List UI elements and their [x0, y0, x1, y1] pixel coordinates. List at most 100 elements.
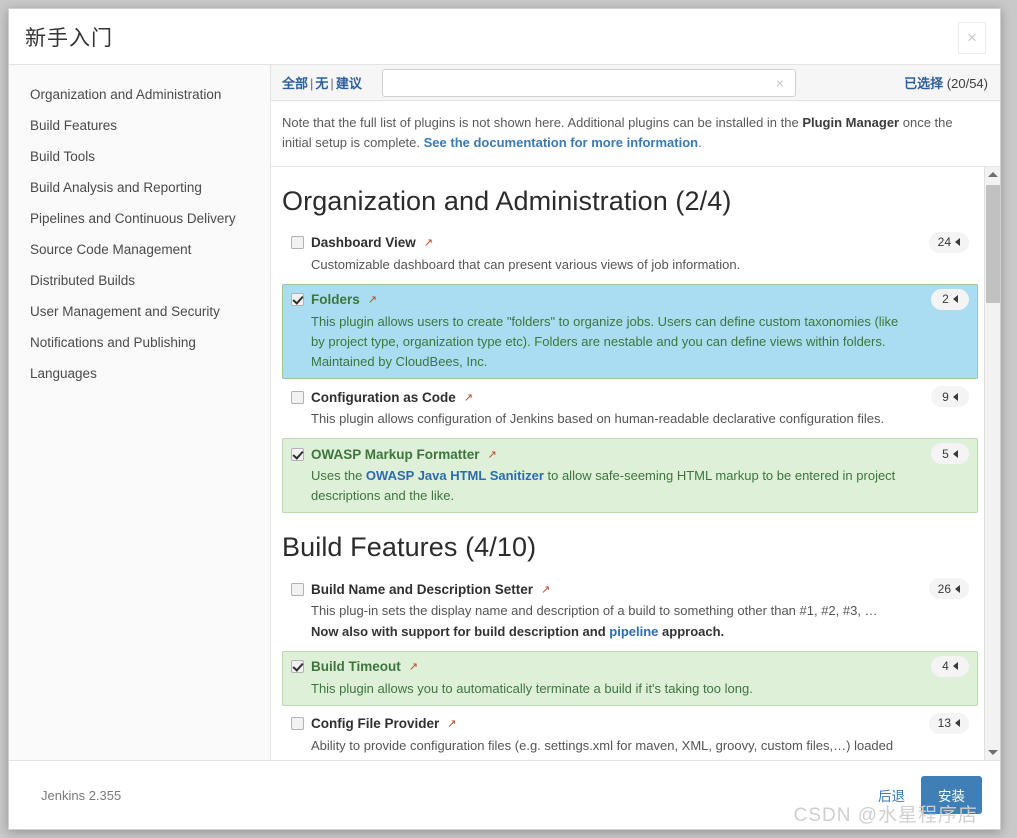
sidebar-item-label: Languages	[30, 366, 97, 381]
description-text: Uses the	[311, 468, 366, 484]
plugin-checkbox[interactable]	[291, 717, 304, 731]
sidebar-item[interactable]: Distributed Builds	[9, 265, 270, 296]
dependency-count-badge[interactable]: 5	[931, 443, 969, 465]
external-link-icon[interactable]: ↗	[488, 448, 497, 461]
documentation-link[interactable]: See the documentation for more informati…	[424, 135, 698, 150]
filter-separator-1: |	[310, 76, 314, 91]
search-container: ×	[381, 68, 796, 97]
plugin-checkbox[interactable]	[291, 660, 304, 674]
plugin-description: This plugin allows you to automatically …	[311, 679, 969, 699]
sidebar-item[interactable]: User Management and Security	[9, 296, 270, 327]
jenkins-version: Jenkins 2.355	[41, 787, 122, 803]
dependency-count-badge[interactable]: 4	[931, 655, 969, 677]
plugin-description: This plugin allows configuration of Jenk…	[311, 409, 969, 429]
plugin-row[interactable]: Build Name and Description Setter ↗ 26 This…	[282, 573, 978, 648]
search-input[interactable]	[381, 68, 796, 97]
caret-left-icon	[952, 662, 958, 671]
description-text: This plug-in sets the display name and d…	[311, 603, 878, 619]
external-link-icon[interactable]: ↗	[368, 293, 377, 306]
plugin-checkbox[interactable]	[291, 390, 304, 404]
notice-plugin-manager: Plugin Manager	[802, 115, 900, 130]
selected-count-value: (20/54)	[946, 76, 988, 91]
sidebar-item[interactable]: Build Analysis and Reporting	[9, 172, 270, 203]
plugin-name[interactable]: Configuration as Code	[311, 390, 456, 405]
filter-separator-2: |	[330, 76, 334, 91]
scrollbar-thumb[interactable]	[986, 184, 1000, 303]
sidebar-item-label: User Management and Security	[30, 304, 220, 319]
description-text: This plugin allows users to create "fold…	[311, 313, 899, 369]
plugin-notice: Note that the full list of plugins is no…	[271, 101, 1000, 167]
footer-actions: 后退 安装	[878, 776, 982, 814]
sidebar-item-label: Distributed Builds	[30, 273, 136, 288]
sidebar-item-label: Source Code Management	[30, 242, 192, 257]
plugin-checkbox[interactable]	[291, 293, 304, 307]
plugin-header: Dashboard View ↗	[291, 234, 969, 252]
plugin-name[interactable]: Config File Provider	[311, 716, 439, 731]
external-link-icon[interactable]: ↗	[409, 660, 418, 673]
notice-text-1: Note that the full list of plugins is no…	[282, 115, 803, 130]
badge-count: 4	[942, 659, 949, 674]
plugin-row[interactable]: Build Timeout ↗ 4 This plugin allows you to…	[282, 650, 978, 706]
caret-left-icon	[952, 449, 958, 458]
notice-text-3: .	[698, 134, 702, 150]
plugin-row[interactable]: Configuration as Code ↗ 9 This plugin allow…	[282, 381, 978, 436]
plugin-checkbox[interactable]	[291, 582, 304, 596]
dependency-count-badge[interactable]: 13	[928, 712, 969, 734]
sidebar-item[interactable]: Build Tools	[9, 141, 270, 172]
back-button[interactable]: 后退	[878, 785, 905, 805]
external-link-icon[interactable]: ↗	[464, 391, 473, 404]
sidebar-item[interactable]: Source Code Management	[9, 234, 270, 265]
badge-count: 5	[942, 446, 949, 461]
badge-count: 13	[937, 716, 951, 731]
sidebar-item[interactable]: Notifications and Publishing	[9, 327, 270, 358]
scroll-up-icon[interactable]	[985, 167, 1000, 183]
plugin-name[interactable]: Build Name and Description Setter	[311, 582, 533, 597]
plugin-description: Customizable dashboard that can present …	[311, 255, 969, 275]
dependency-count-badge[interactable]: 24	[928, 231, 969, 253]
sidebar-item[interactable]: Languages	[9, 358, 270, 389]
badge-count: 24	[937, 235, 951, 249]
scroll-down-icon[interactable]	[985, 744, 1000, 760]
badge-count: 9	[942, 389, 949, 404]
sidebar-item-label: Organization and Administration	[30, 87, 222, 102]
dependency-count-badge[interactable]: 26	[928, 578, 969, 600]
sidebar-item[interactable]: Organization and Administration	[9, 79, 270, 110]
plugin-name[interactable]: Dashboard View	[311, 235, 416, 250]
dependency-count-badge[interactable]: 9	[931, 386, 969, 408]
plugin-row[interactable]: Folders ↗ 2 This plugin allows users to cre…	[282, 283, 978, 380]
close-icon[interactable]: ×	[958, 22, 986, 54]
dependency-count-badge[interactable]: 2	[931, 288, 969, 310]
plugin-checkbox[interactable]	[291, 236, 304, 249]
plugin-checkbox[interactable]	[291, 447, 304, 461]
plugin-description: This plugin allows users to create "fold…	[311, 312, 969, 372]
filter-all-link[interactable]: 全部	[282, 76, 308, 91]
plugin-name[interactable]: OWASP Markup Formatter	[311, 447, 480, 462]
sidebar-item-label: Pipelines and Continuous Delivery	[30, 211, 236, 226]
plugin-row[interactable]: Config File Provider ↗ 13 Ability to provid…	[282, 708, 978, 760]
description-text: Ability to provide configuration files (…	[311, 737, 894, 760]
description-link[interactable]: pipeline	[609, 624, 658, 639]
description-link[interactable]: OWASP Java HTML Sanitizer	[366, 468, 544, 483]
filter-suggested-link[interactable]: 建议	[336, 76, 362, 91]
sidebar-item[interactable]: Pipelines and Continuous Delivery	[9, 203, 270, 234]
plugin-header: Folders ↗	[291, 291, 969, 309]
filter-none-link[interactable]: 无	[315, 76, 328, 91]
sidebar-item-label: Notifications and Publishing	[30, 335, 196, 350]
selected-label-link[interactable]: 已选择	[904, 76, 943, 91]
external-link-icon[interactable]: ↗	[424, 236, 433, 249]
description-text: This plugin allows you to automatically …	[311, 680, 753, 696]
dialog-footer: Jenkins 2.355 后退 安装 CSDN @水星程序店	[9, 761, 1000, 829]
vertical-scrollbar[interactable]	[984, 166, 1000, 760]
sidebar-item[interactable]: Build Features	[9, 110, 270, 141]
caret-left-icon	[955, 719, 960, 728]
plugin-name[interactable]: Folders	[311, 292, 360, 307]
plugin-row[interactable]: OWASP Markup Formatter ↗ 5 Uses the OWASP J…	[282, 438, 978, 514]
install-button[interactable]: 安装	[921, 776, 982, 814]
plugin-name[interactable]: Build Timeout	[311, 659, 401, 674]
plugin-row[interactable]: Dashboard View ↗ 24 Customizable dashboard …	[282, 227, 978, 282]
clear-search-icon[interactable]: ×	[772, 74, 788, 92]
caret-left-icon	[955, 584, 960, 593]
external-link-icon[interactable]: ↗	[541, 583, 550, 596]
external-link-icon[interactable]: ↗	[447, 717, 456, 730]
category-sidebar: Organization and Administration Build Fea…	[9, 65, 271, 760]
